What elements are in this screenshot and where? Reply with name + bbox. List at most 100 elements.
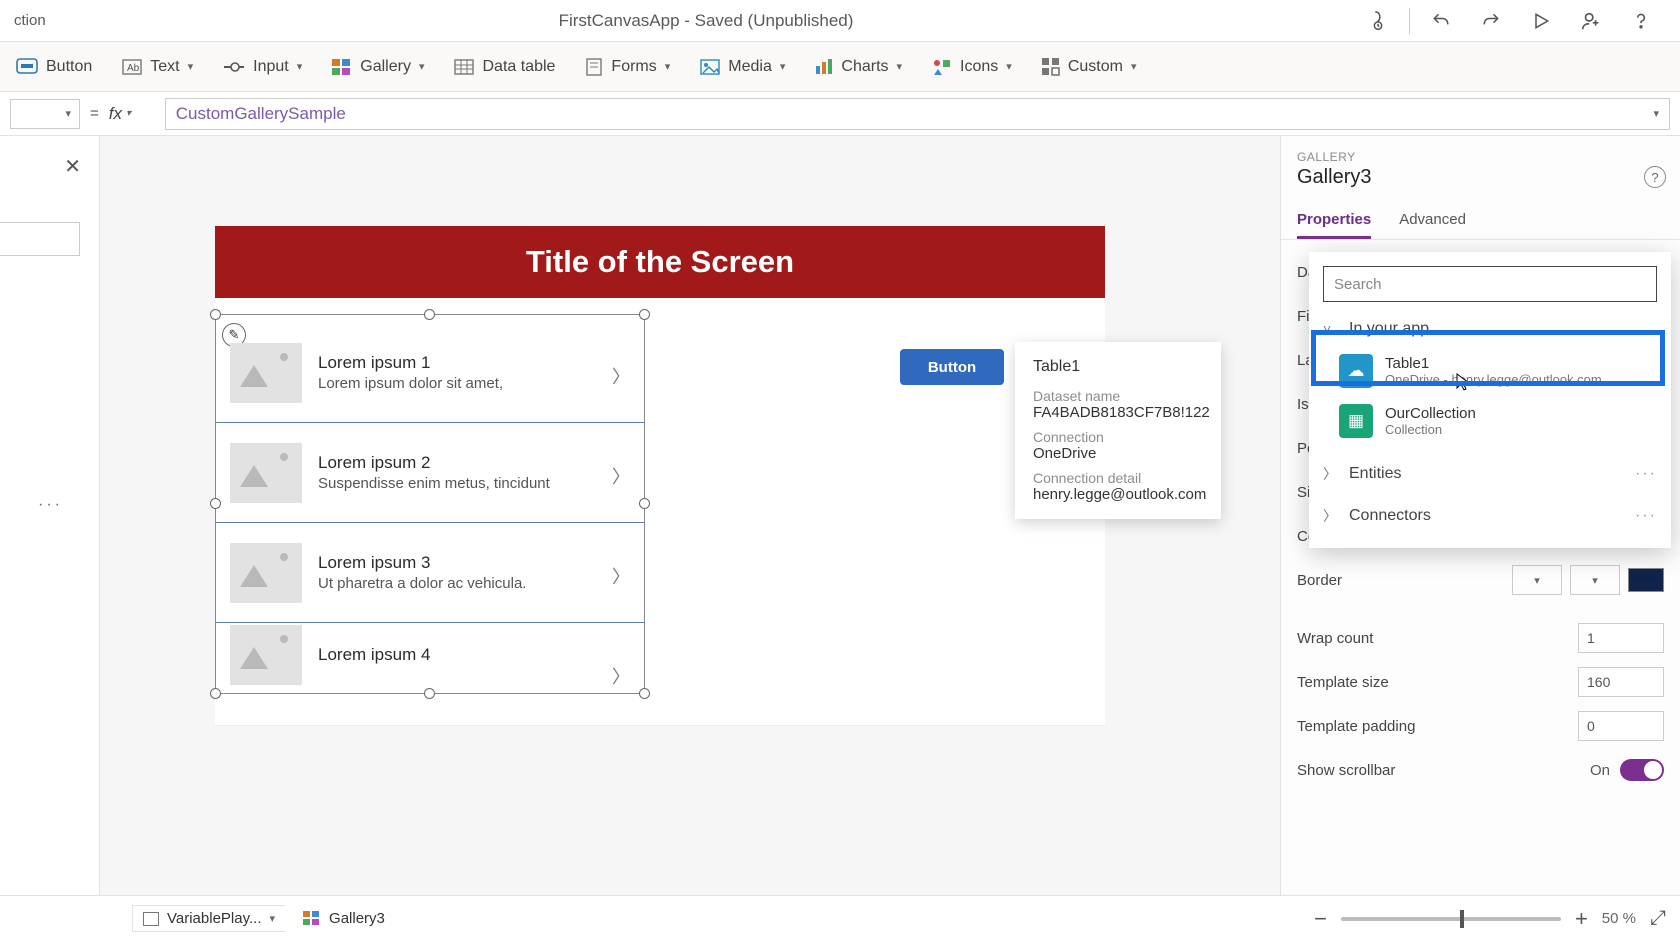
status-bar: VariablePlay... ▾ Gallery3 − + 50 % ⤢ <box>0 895 1680 941</box>
canvas-button-control[interactable]: Button <box>900 349 1004 385</box>
placeholder-image-icon <box>230 543 302 603</box>
redo-icon[interactable] <box>1466 0 1516 42</box>
app-title: FirstCanvasApp - Saved (Unpublished) <box>59 11 1353 31</box>
datasource-item-table1[interactable]: ☁ Table1 OneDrive - henry.legge@outlook.… <box>1309 346 1671 396</box>
tab-properties[interactable]: Properties <box>1297 203 1371 239</box>
insert-datatable[interactable]: Data table <box>448 54 561 80</box>
resize-handle[interactable] <box>639 309 650 320</box>
templatepadding-input[interactable] <box>1578 711 1664 741</box>
tree-item-overflow[interactable]: ··· <box>38 496 63 514</box>
insert-input-label: Input <box>253 58 289 76</box>
resize-handle[interactable] <box>639 688 650 699</box>
ds-item-subtitle: Collection <box>1385 422 1476 437</box>
gallery-item[interactable]: Lorem ipsum 4 〉 <box>216 623 644 687</box>
chevron-right-icon: 〉 <box>1323 506 1339 526</box>
section-label: In your app <box>1349 320 1429 338</box>
resize-handle[interactable] <box>210 309 221 320</box>
showscrollbar-value: On <box>1590 762 1610 779</box>
gallery-item[interactable]: Lorem ipsum 2 Suspendisse enim metus, ti… <box>216 423 644 523</box>
insert-custom[interactable]: Custom▾ <box>1036 54 1143 80</box>
prop-label-templatesize: Template size <box>1297 674 1389 691</box>
resize-handle[interactable] <box>424 688 435 699</box>
section-entities[interactable]: 〉 Entities ··· <box>1309 456 1671 492</box>
insert-media[interactable]: Media▾ <box>694 54 791 80</box>
chevron-down-icon: ▾ <box>270 912 276 925</box>
fx-label[interactable]: fx▾ <box>109 104 155 124</box>
chevron-right-icon[interactable]: 〉 <box>612 563 630 589</box>
properties-panel: GALLERY Gallery3 ? Properties Advanced D… <box>1280 136 1680 895</box>
insert-forms[interactable]: Forms▾ <box>579 54 676 80</box>
section-in-your-app[interactable]: ˅ In your app <box>1309 312 1671 346</box>
border-color-swatch[interactable] <box>1628 568 1664 592</box>
undo-icon[interactable] <box>1416 0 1466 42</box>
play-icon[interactable] <box>1516 0 1566 42</box>
button-icon <box>16 58 38 76</box>
close-icon[interactable]: ✕ <box>64 154 81 179</box>
gallery-item-subtitle: Ut pharetra a dolor ac vehicula. <box>318 575 526 592</box>
insert-charts[interactable]: Charts▾ <box>809 54 908 80</box>
insert-text[interactable]: Ab Text▾ <box>116 54 199 80</box>
section-overflow-icon[interactable]: ··· <box>1635 465 1657 483</box>
app-checker-icon[interactable] <box>1353 0 1403 42</box>
insert-media-label: Media <box>728 58 772 76</box>
tree-view-pane: ✕ ··· <box>0 136 100 895</box>
zoom-slider[interactable] <box>1341 917 1561 921</box>
section-overflow-icon[interactable]: ··· <box>1635 507 1657 525</box>
formula-expand-icon[interactable]: ▾ <box>1653 107 1659 120</box>
resize-handle[interactable] <box>210 688 221 699</box>
insert-gallery-label: Gallery <box>360 58 411 76</box>
chevron-right-icon: 〉 <box>1323 464 1339 484</box>
property-selector[interactable]: ▾ <box>10 99 80 129</box>
breadcrumb[interactable]: Gallery3 <box>303 910 385 927</box>
gallery-item-title: Lorem ipsum 2 <box>318 453 550 473</box>
custom-icon <box>1042 58 1060 76</box>
templatesize-input[interactable] <box>1578 667 1664 697</box>
prop-label-wrapcount: Wrap count <box>1297 630 1373 647</box>
resize-handle[interactable] <box>424 309 435 320</box>
wrapcount-input[interactable] <box>1578 623 1664 653</box>
datasource-search-input[interactable]: Search <box>1323 266 1657 302</box>
gallery-item-title: Lorem ipsum 4 <box>318 645 430 665</box>
panel-help-icon[interactable]: ? <box>1644 166 1666 188</box>
canvas-area[interactable]: Title of the Screen ✎ Lorem ipsum 1 Lore… <box>100 136 1280 895</box>
section-connectors[interactable]: 〉 Connectors ··· <box>1309 498 1671 534</box>
border-style-dropdown[interactable]: ▾ <box>1512 565 1562 595</box>
help-icon[interactable] <box>1616 0 1666 42</box>
zoom-in-button[interactable]: + <box>1575 906 1588 932</box>
gallery-item[interactable]: Lorem ipsum 1 Lorem ipsum dolor sit amet… <box>216 323 644 423</box>
insert-button[interactable]: Button <box>10 54 98 80</box>
tooltip-label: Connection <box>1033 429 1203 445</box>
chevron-right-icon[interactable]: 〉 <box>612 463 630 489</box>
showscrollbar-toggle[interactable] <box>1620 759 1664 781</box>
border-width-dropdown[interactable]: ▾ <box>1570 565 1620 595</box>
fit-to-window-icon[interactable]: ⤢ <box>1650 907 1666 930</box>
chevron-down-icon: ˅ <box>1323 321 1339 337</box>
insert-text-label: Text <box>150 58 179 76</box>
share-icon[interactable] <box>1566 0 1616 42</box>
control-name: Gallery3 <box>1297 166 1664 189</box>
insert-icons[interactable]: Icons▾ <box>926 54 1018 80</box>
insert-gallery[interactable]: Gallery▾ <box>326 54 430 80</box>
chevron-right-icon[interactable]: 〉 <box>612 363 630 389</box>
insert-forms-label: Forms <box>611 58 656 76</box>
tab-advanced[interactable]: Advanced <box>1399 203 1466 239</box>
prop-label-border: Border <box>1297 572 1342 589</box>
chevron-right-icon[interactable]: 〉 <box>612 663 630 687</box>
ds-item-title: Table1 <box>1385 355 1602 372</box>
insert-input[interactable]: Input▾ <box>217 54 308 80</box>
media-icon <box>700 59 720 75</box>
charts-icon <box>815 59 833 75</box>
gallery-control[interactable]: ✎ Lorem ipsum 1 Lorem ipsum dolor sit am… <box>215 314 645 694</box>
gallery-item[interactable]: Lorem ipsum 3 Ut pharetra a dolor ac veh… <box>216 523 644 623</box>
gallery-item-subtitle: Suspendisse enim metus, tincidunt <box>318 475 550 492</box>
tooltip-value: henry.legge@outlook.com <box>1033 486 1203 503</box>
formula-bar: ▾ = fx▾ CustomGallerySample ▾ <box>0 92 1680 136</box>
zoom-out-button[interactable]: − <box>1314 906 1327 932</box>
formula-input[interactable]: CustomGallerySample ▾ <box>165 98 1670 130</box>
tree-search-input[interactable] <box>0 222 80 256</box>
gallery-item-title: Lorem ipsum 1 <box>318 353 503 373</box>
screen-selector[interactable]: VariablePlay... ▾ <box>132 905 285 932</box>
datasource-item-ourcollection[interactable]: ▦ OurCollection Collection <box>1309 396 1671 446</box>
gallery-icon <box>332 59 352 75</box>
placeholder-image-icon <box>230 625 302 685</box>
